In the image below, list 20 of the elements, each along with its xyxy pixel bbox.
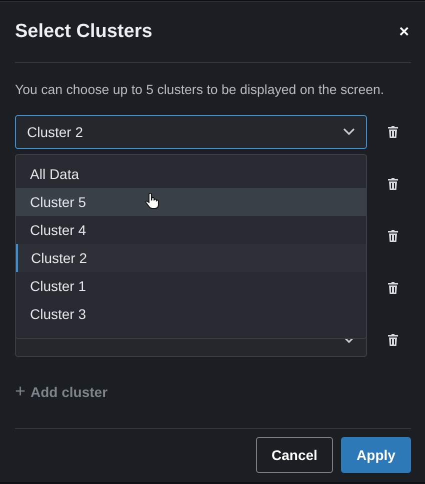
trash-icon[interactable] [388,126,398,138]
dropdown-option[interactable]: All Data [16,160,366,188]
dropdown-option[interactable]: Cluster 1 [16,272,366,300]
chevron-icon [343,128,355,136]
trash-icon[interactable] [388,334,398,346]
dialog-title: Select Clusters [15,21,152,43]
cancel-button[interactable]: Cancel [256,437,333,473]
trash-icon[interactable] [388,178,398,190]
dropdown-option[interactable]: Cluster 4 [16,216,366,244]
trash-icon[interactable] [388,230,398,242]
add-cluster-link[interactable]: + Add cluster [15,381,108,402]
trash-icon[interactable] [388,282,398,294]
dropdown-option[interactable]: Cluster 3 [16,300,366,328]
dropdown-option[interactable]: Cluster 5 [16,188,366,216]
apply-button[interactable]: Apply [341,437,411,473]
dropdown-option[interactable]: Cluster 2 [16,244,366,272]
description-text: You can choose up to 5 clusters to be displayed on the screen. [15,82,386,97]
close-button[interactable]: × [399,22,409,42]
cluster-select[interactable]: Cluster 2 [15,115,367,149]
hand-cursor-icon [145,193,159,209]
